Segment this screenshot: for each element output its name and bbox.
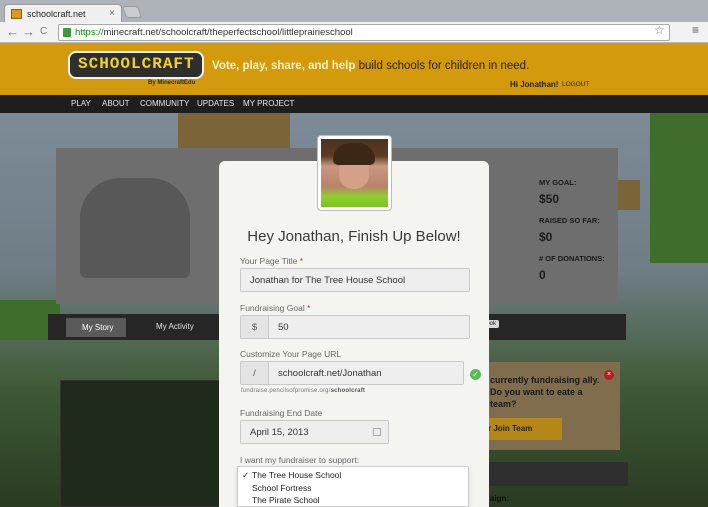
user-greeting: Hi Jonathan!: [510, 80, 559, 89]
nav-item-play[interactable]: PLAY: [71, 99, 91, 108]
page-title-label: Your Page Title *: [240, 256, 303, 266]
page-title-input[interactable]: Jonathan for The Tree House School: [240, 268, 470, 292]
user-avatar: [317, 135, 392, 211]
new-tab-button[interactable]: [121, 6, 143, 18]
required-mark: *: [299, 256, 304, 266]
modal-title: Hey Jonathan, Finish Up Below!: [247, 228, 461, 245]
tab-my-activity-label: My Activity: [156, 322, 194, 331]
url-path: minecraft.net/schoolcraft/theperfectscho…: [103, 27, 353, 38]
join-team-button[interactable]: r Join Team: [484, 418, 562, 440]
tab-my-story-label: My Story: [82, 323, 114, 332]
main-nav: PLAY ABOUT COMMUNITY UPDATES MY PROJECT: [0, 95, 708, 113]
scene-block: [178, 113, 290, 153]
donations-label: # OF DONATIONS:: [539, 254, 605, 263]
nav-item-community[interactable]: COMMUNITY: [140, 99, 189, 108]
raised-label: RAISED SO FAR:: [539, 216, 600, 225]
url-prefix-addon: /: [240, 361, 269, 385]
page-url-label: Customize Your Page URL: [240, 349, 342, 359]
browser-tab[interactable]: schoolcraft.net ×: [4, 4, 122, 23]
logo-text: SCHOOLCRAFT: [78, 55, 195, 73]
close-icon[interactable]: ×: [109, 8, 115, 19]
raised-value: $0: [539, 230, 553, 244]
favicon-icon: [11, 9, 22, 19]
bookmark-star-icon[interactable]: ☆: [654, 23, 665, 37]
valid-check-icon: ✓: [470, 369, 481, 380]
fundraising-goal-label-text: Fundraising Goal: [240, 303, 305, 313]
scene-foliage: [650, 113, 708, 263]
address-toolbar: ← → C https://minecraft.net/schoolcraft/…: [0, 22, 708, 43]
close-icon[interactable]: ×: [604, 370, 614, 380]
avatar-photo: [321, 139, 388, 207]
reload-icon[interactable]: C: [40, 26, 47, 37]
calendar-icon[interactable]: [373, 428, 381, 436]
team-promo-text: currently fundraising ally. Do you want …: [490, 375, 600, 409]
url-hint-bold: schoolcraft: [330, 388, 366, 394]
select-option-tree-house[interactable]: The Tree House School: [252, 470, 341, 480]
url-hint: fundraise.pencilsofpromise.org/schoolcra…: [241, 388, 365, 394]
tab-my-activity[interactable]: My Activity: [142, 322, 194, 331]
campaign-band: [470, 462, 628, 486]
url-hint-prefix: fundraise.pencilsofpromise.org/: [241, 388, 331, 394]
end-date-input[interactable]: April 15, 2013: [240, 420, 389, 444]
url-scheme: https://: [75, 27, 104, 38]
lock-icon: [63, 28, 71, 37]
support-label: I want my fundraiser to support:: [240, 455, 360, 465]
tagline-bold: Vote, play, share, and help: [212, 60, 356, 72]
nav-item-my-project[interactable]: MY PROJECT: [243, 99, 294, 108]
fundraising-goal-input[interactable]: 50: [268, 315, 470, 339]
browser-tab-bar: schoolcraft.net ×: [0, 0, 708, 23]
tab-my-story[interactable]: My Story: [66, 318, 126, 337]
goal-value: $50: [539, 192, 560, 206]
schoolcraft-logo[interactable]: SCHOOLCRAFT: [68, 51, 204, 79]
url-input[interactable]: https://minecraft.net/schoolcraft/theper…: [58, 24, 670, 41]
select-option-school-fortress[interactable]: School Fortress: [252, 483, 312, 493]
forward-icon[interactable]: →: [22, 24, 35, 39]
required-mark: *: [307, 303, 311, 313]
page-title-label-text: Your Page Title: [240, 256, 298, 266]
menu-icon[interactable]: ≡: [692, 23, 699, 37]
goal-label: MY GOAL:: [539, 178, 577, 187]
logo-subtitle: By MinecraftEdu: [148, 80, 196, 86]
nav-item-about[interactable]: ABOUT: [102, 99, 130, 108]
tagline-rest: build schools for children in need.: [358, 60, 530, 72]
donations-value: 0: [539, 268, 546, 282]
avatar-hair: [333, 143, 375, 165]
nav-item-updates[interactable]: UPDATES: [197, 99, 234, 108]
tagline: Vote, play, share, and help build school…: [212, 60, 529, 72]
campaign-label: aign:: [490, 494, 510, 503]
select-option-pirate-school[interactable]: The Pirate School: [252, 495, 320, 505]
story-panel: [60, 380, 220, 507]
avatar-placeholder: [80, 178, 190, 278]
end-date-label: Fundraising End Date: [240, 408, 323, 418]
page-url-input[interactable]: schoolcraft.net/Jonathan: [268, 361, 464, 385]
currency-addon: $: [240, 315, 269, 339]
site-header: SCHOOLCRAFT By MinecraftEdu Vote, play, …: [0, 43, 708, 95]
tab-title: schoolcraft.net: [27, 9, 86, 19]
logout-link[interactable]: LOGOUT: [562, 81, 589, 88]
fundraising-goal-label: Fundraising Goal *: [240, 303, 310, 313]
back-icon[interactable]: ←: [6, 24, 19, 39]
selected-check-icon: ✓: [242, 470, 250, 480]
